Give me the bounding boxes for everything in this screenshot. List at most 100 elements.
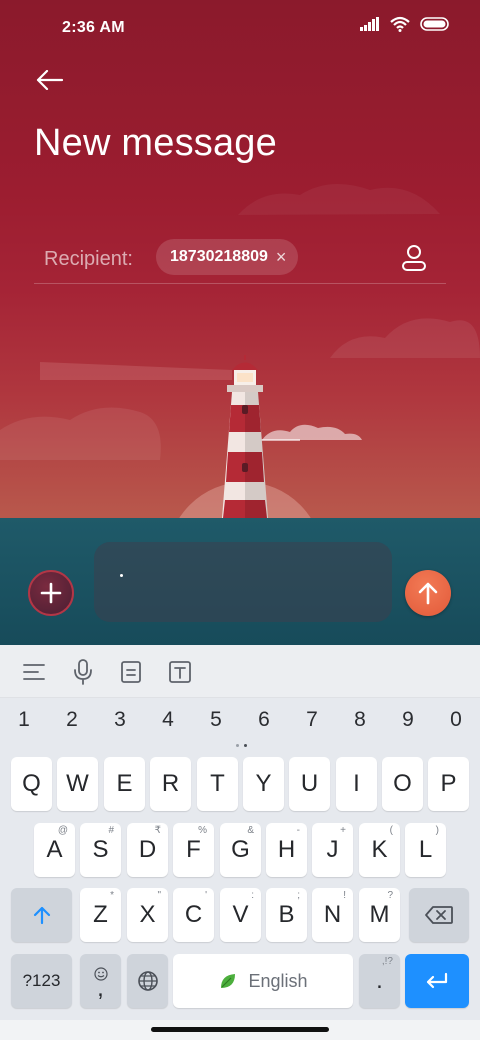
key-hint: ; [297, 890, 300, 901]
status-icons [360, 16, 450, 32]
key-label: J [326, 836, 339, 863]
key-h[interactable]: -H [266, 823, 307, 877]
enter-arrow-icon [426, 972, 448, 989]
key-hint: & [247, 825, 254, 836]
home-indicator[interactable] [151, 1027, 329, 1032]
key-z[interactable]: * Z [80, 888, 121, 942]
key-w[interactable]: W [57, 757, 98, 811]
symbols-key[interactable]: ?123 [11, 954, 72, 1008]
shift-arrow-icon [33, 906, 50, 925]
text-edit-button[interactable] [167, 659, 193, 685]
page-title: New message [34, 122, 277, 164]
key-2[interactable]: 2 [52, 708, 92, 732]
key-f[interactable]: % F [173, 823, 214, 877]
emoji-comma-key[interactable]: , [80, 954, 121, 1008]
recipient-row[interactable]: Recipient: 18730218809 × [34, 236, 446, 284]
key-d[interactable]: ₹ D [127, 823, 168, 877]
key-3[interactable]: 3 [100, 708, 140, 732]
key-hint: ₹ [154, 825, 161, 836]
key-hint: + [340, 825, 346, 836]
key-b[interactable]: ; B [266, 888, 307, 942]
key-5[interactable]: 5 [196, 708, 236, 732]
key-i[interactable]: I [336, 757, 377, 811]
key-hint: : [251, 890, 254, 901]
key-hint: # [108, 825, 114, 836]
key-j[interactable]: + J [312, 823, 353, 877]
recipient-chip-number: 18730218809 [170, 248, 268, 265]
key-6[interactable]: 6 [244, 708, 284, 732]
key-label: S [92, 836, 109, 863]
key-hint: ! [343, 890, 346, 901]
key-c[interactable]: ' C [173, 888, 214, 942]
key-m[interactable]: ? M [359, 888, 400, 942]
key-hint: - [296, 825, 300, 836]
keyboard-page-indicator [236, 744, 247, 747]
key-label: F [186, 836, 201, 863]
period-key[interactable]: ,!? . [359, 954, 400, 1008]
key-hint: ) [435, 825, 439, 836]
key-y[interactable]: Y [243, 757, 284, 811]
key-g[interactable]: & G [220, 823, 261, 877]
recipient-label: Recipient: [44, 248, 133, 270]
key-l[interactable]: ) L [405, 823, 446, 877]
key-label: L [418, 836, 433, 863]
key-n[interactable]: ! N [312, 888, 353, 942]
key-r[interactable]: R [150, 757, 191, 811]
voice-input-button[interactable] [70, 659, 96, 685]
key-hint: ? [387, 890, 393, 901]
key-8[interactable]: 8 [340, 708, 380, 732]
backspace-icon [425, 906, 453, 924]
key-label: N [323, 901, 342, 928]
key-x[interactable]: " X [127, 888, 168, 942]
enter-key[interactable] [405, 954, 469, 1008]
key-label: Z [93, 901, 108, 928]
key-1[interactable]: 1 [4, 708, 44, 732]
key-s[interactable]: # S [80, 823, 121, 877]
key-0[interactable]: 0 [436, 708, 476, 732]
key-hint: % [198, 825, 207, 836]
contact-picker-button[interactable] [396, 240, 432, 276]
key-label: V [232, 901, 249, 928]
key-4[interactable]: 4 [148, 708, 188, 732]
key-label: H [277, 836, 296, 863]
clipboard-button[interactable] [118, 659, 144, 685]
recipient-chip[interactable]: 18730218809 × [156, 239, 299, 275]
key-t[interactable]: T [197, 757, 238, 811]
number-row: 1 2 3 4 5 6 7 8 9 0 [0, 708, 480, 738]
keyboard: 1 2 3 4 5 6 7 8 9 0 Q W E R T Y U I O P … [0, 698, 480, 1020]
space-bar-language: English [248, 970, 308, 991]
attach-button[interactable] [28, 570, 74, 616]
key-u[interactable]: U [289, 757, 330, 811]
page-dot-active [244, 744, 247, 747]
key-k[interactable]: (K [359, 823, 400, 877]
key-e[interactable]: E [104, 757, 145, 811]
key-label: K [371, 836, 388, 863]
signal-icon [360, 17, 379, 31]
language-key[interactable] [127, 954, 168, 1008]
shift-key[interactable] [11, 888, 72, 942]
keyboard-menu-button[interactable] [21, 659, 47, 685]
backspace-key[interactable] [409, 888, 469, 942]
arrow-up-icon [418, 582, 438, 605]
key-hint: @ [57, 825, 68, 836]
text-cursor [120, 574, 123, 577]
key-v[interactable]: :V [220, 888, 261, 942]
menu-lines-icon [23, 664, 45, 680]
key-label: C [184, 901, 203, 928]
back-button[interactable] [30, 62, 70, 98]
key-9[interactable]: 9 [388, 708, 428, 732]
key-hint: * [110, 890, 114, 901]
contact-person-icon [402, 245, 426, 271]
key-q[interactable]: Q [11, 757, 52, 811]
send-button[interactable] [405, 570, 451, 616]
key-p[interactable]: P [428, 757, 469, 811]
comma-label: , [97, 975, 104, 1002]
microphone-icon [74, 659, 92, 685]
message-input[interactable] [94, 542, 392, 622]
chip-remove-icon[interactable]: × [276, 248, 287, 266]
space-bar[interactable]: English [173, 954, 353, 1008]
system-nav-bar [0, 1020, 480, 1040]
key-a[interactable]: @ A [34, 823, 75, 877]
key-7[interactable]: 7 [292, 708, 332, 732]
key-o[interactable]: O [382, 757, 423, 811]
